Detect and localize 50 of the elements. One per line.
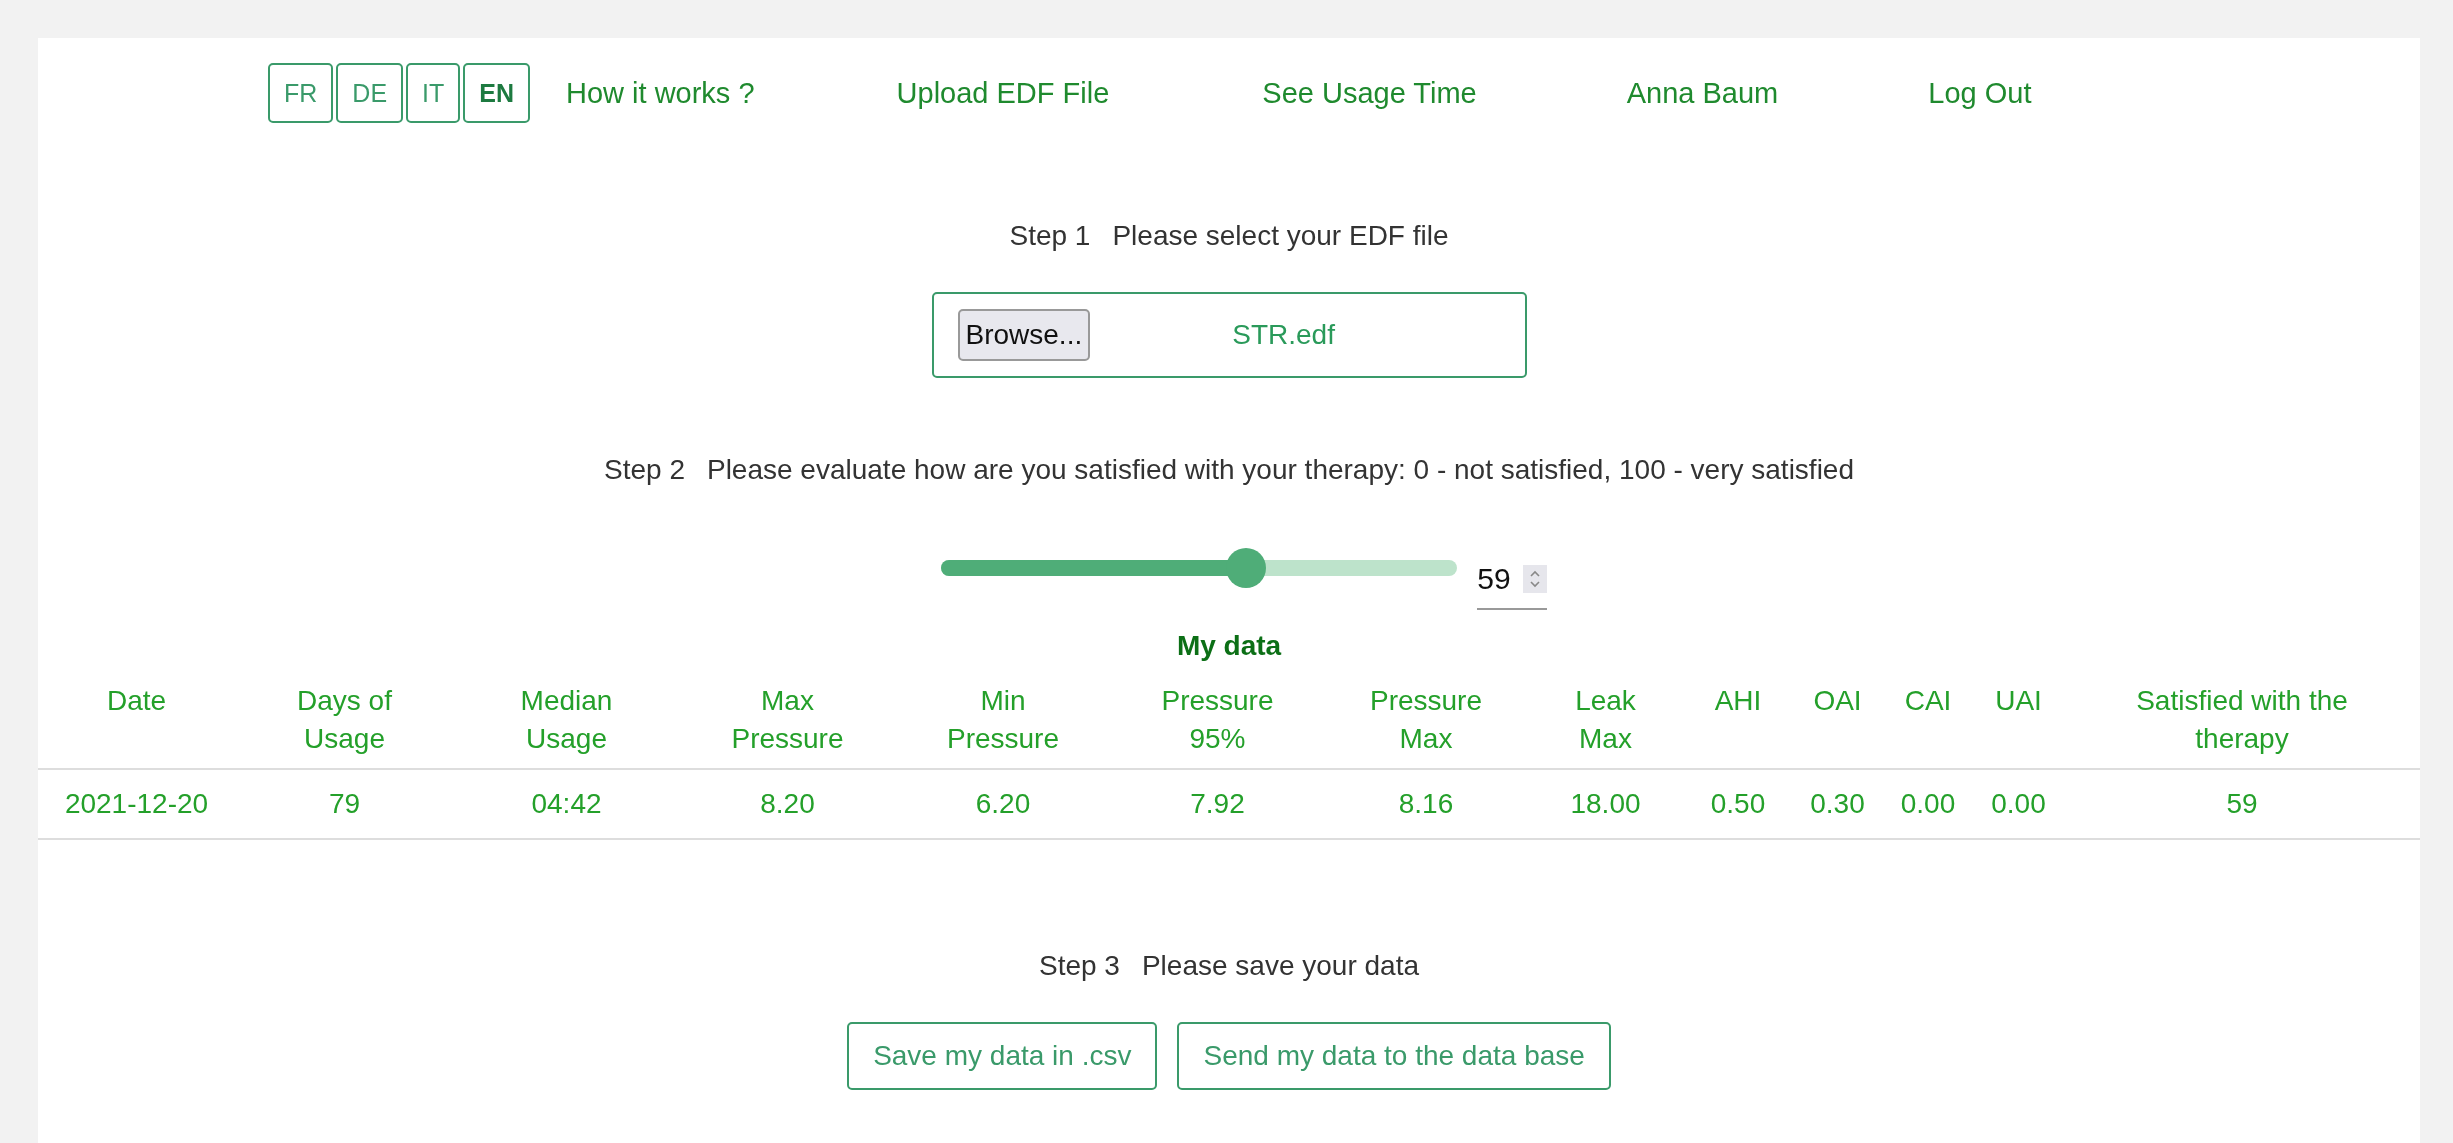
spinner-icon[interactable] — [1522, 565, 1547, 593]
nav-link[interactable]: Log Out — [1928, 76, 2032, 110]
browse-button[interactable]: Browse... — [957, 309, 1091, 361]
column-header: Median Usage — [454, 678, 679, 769]
table-cell: 04:42 — [454, 768, 679, 839]
slider-thumb[interactable] — [1225, 548, 1266, 588]
number-field[interactable]: 59 — [1477, 550, 1547, 610]
column-header: Min Pressure — [896, 678, 1110, 769]
step-instruction: Please evaluate how are you satisfied with your therapy: 0 - not satisfied, 100 - very satisfied — [706, 454, 1854, 486]
column-header: Satisfied with the therapy — [2064, 678, 2420, 769]
column-header: Pressure 95% — [1110, 678, 1325, 769]
file-name: STR.edf — [1232, 319, 1335, 351]
column-header: Days of Usage — [235, 678, 454, 769]
step-label: Step 2 — [604, 454, 685, 486]
column-header: Pressure Max — [1325, 678, 1527, 769]
step-instruction: Please select your EDF file — [1112, 220, 1449, 252]
action-button[interactable]: Send my data to the data base — [1177, 1021, 1611, 1090]
column-header: UAI — [1973, 678, 2064, 769]
table-cell: 0.30 — [1792, 768, 1883, 839]
language-button[interactable]: DE — [336, 63, 404, 123]
nav-link[interactable]: How it works ? — [566, 76, 755, 110]
table-cell: 2021-12-20 — [38, 768, 235, 839]
column-header: Leak Max — [1527, 678, 1684, 769]
language-button[interactable]: EN — [463, 63, 530, 123]
file-input[interactable]: Browse... STR.edf — [931, 292, 1527, 378]
action-button[interactable]: Save my data in .csv — [847, 1021, 1158, 1090]
nav-link[interactable]: See Usage Time — [1262, 76, 1477, 110]
column-header: Max Pressure — [679, 678, 896, 769]
column-header: Date — [38, 678, 235, 769]
table-cell: 6.20 — [896, 768, 1110, 839]
table-cell: 18.00 — [1527, 768, 1684, 839]
step-instruction: Please save your data — [1141, 949, 1419, 982]
column-header: OAI — [1792, 678, 1883, 769]
table-cell: 8.20 — [679, 768, 896, 839]
step-label: Step 3 — [1039, 949, 1120, 982]
table-cell: 0.50 — [1684, 768, 1792, 839]
language-button[interactable]: IT — [406, 63, 461, 123]
table-cell: 59 — [2064, 768, 2420, 839]
table-cell: 0.00 — [1883, 768, 1973, 839]
language-button[interactable]: FR — [268, 63, 334, 123]
nav-link[interactable]: Anna Baum — [1626, 76, 1779, 110]
table-title: My data — [1176, 630, 1282, 662]
nav-link[interactable]: Upload EDF File — [896, 76, 1110, 110]
step-label: Step 1 — [1009, 220, 1091, 252]
table-cell: 7.92 — [1110, 768, 1325, 839]
table-cell: 8.16 — [1325, 768, 1527, 839]
column-header: AHI — [1684, 678, 1792, 769]
table-cell: 0.00 — [1973, 768, 2064, 839]
table-cell: 79 — [235, 768, 454, 839]
column-header: CAI — [1883, 678, 1973, 769]
